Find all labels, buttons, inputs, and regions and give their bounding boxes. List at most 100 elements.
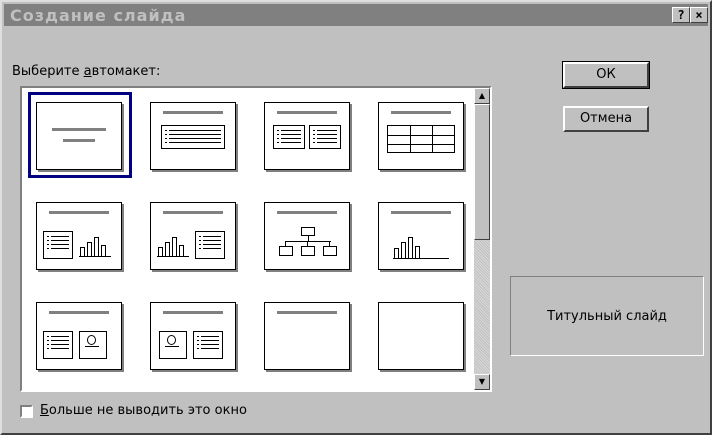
layout-thumbnail [150, 202, 236, 270]
clip-art-placeholder-icon [159, 331, 187, 359]
text-line [201, 336, 219, 337]
text-placeholder-icon [161, 125, 225, 149]
text-line [169, 138, 221, 139]
layout-title-only[interactable] [256, 292, 360, 378]
text-line [51, 344, 69, 345]
text-line [281, 138, 301, 139]
title-bar-placeholder [391, 211, 451, 214]
layout-table[interactable] [370, 92, 474, 178]
org-box [301, 227, 315, 236]
org-line [285, 241, 331, 242]
cancel-button[interactable]: Отмена [563, 106, 649, 132]
help-button[interactable]: ? [672, 7, 690, 23]
text-placeholder-icon [43, 231, 73, 259]
ok-button[interactable]: ОК [562, 61, 650, 89]
layout-blank[interactable] [370, 292, 474, 378]
label-rest: втомакет: [91, 64, 161, 79]
chart-placeholder-icon [155, 231, 191, 259]
title-bar-placeholder [277, 211, 337, 214]
bullet-dot [197, 348, 199, 349]
bullet-dot [199, 248, 201, 249]
clip-art-body [85, 346, 99, 355]
layout-thumbnail [36, 302, 122, 370]
layout-two-column-text[interactable] [256, 92, 360, 178]
bullet-dot [277, 142, 279, 143]
bullet-dot [277, 138, 279, 139]
scroll-down-arrow-icon[interactable]: ▼ [474, 374, 490, 390]
text-placeholder-icon [273, 125, 305, 149]
text-line [281, 130, 301, 131]
bullet-dot [165, 130, 167, 131]
chart-placeholder-icon [391, 231, 451, 261]
bullet-dot [199, 244, 201, 245]
table-line [410, 126, 411, 152]
layout-text-and-chart[interactable] [28, 192, 132, 278]
bullet-dot [197, 344, 199, 345]
layout-description: Титульный слайд [510, 276, 704, 356]
clip-art-body [165, 346, 179, 355]
label-accel: а [83, 64, 92, 79]
bullet-dot [47, 348, 49, 349]
layout-thumbnail [150, 302, 236, 370]
title-bar-placeholder [163, 111, 223, 114]
text-placeholder-icon [309, 125, 341, 149]
chart-axis [79, 256, 111, 257]
table-line [432, 126, 433, 152]
text-line [51, 248, 69, 249]
layout-chart[interactable] [370, 192, 474, 278]
layout-clip-art-and-text[interactable] [142, 292, 246, 378]
bullet-dot [47, 248, 49, 249]
text-line [51, 336, 69, 337]
bullet-dot [47, 336, 49, 337]
bullet-dot [199, 240, 201, 241]
window-title: Создание слайда [10, 5, 187, 25]
layout-thumbnail [264, 102, 350, 170]
scroll-thumb[interactable] [474, 104, 490, 240]
layout-listbox[interactable]: ▲ ▼ [20, 86, 492, 392]
chart-axis [393, 258, 449, 259]
layout-text-and-clip-art[interactable] [28, 292, 132, 378]
table-placeholder-icon [387, 125, 455, 153]
layout-thumbnail [36, 202, 122, 270]
text-line [317, 134, 337, 135]
layout-thumbnail [150, 102, 236, 170]
checkbox-accel: Б [40, 403, 49, 418]
chart-bar [401, 242, 406, 259]
label-prefix: Выберите [12, 64, 84, 79]
bullet-dot [165, 142, 167, 143]
dont-show-label[interactable]: Больше не выводить это окно [40, 403, 247, 418]
chart-placeholder-icon [77, 231, 113, 259]
layout-chart-and-text[interactable] [142, 192, 246, 278]
close-button[interactable]: × [690, 7, 708, 23]
clip-art-head [87, 335, 96, 345]
chart-bar [165, 242, 170, 257]
bullet-dot [47, 340, 49, 341]
text-line [203, 248, 221, 249]
text-line [203, 240, 221, 241]
org-box [301, 246, 315, 256]
title-bar: Создание слайда ? × [4, 4, 708, 26]
chart-bar [94, 237, 99, 257]
bullet-dot [47, 244, 49, 245]
text-placeholder-icon [195, 231, 225, 259]
table-line [388, 135, 454, 136]
text-line [169, 142, 221, 143]
layout-bulleted-list[interactable] [142, 92, 246, 178]
dont-show-checkbox[interactable] [20, 405, 33, 418]
layout-thumbnail [378, 202, 464, 270]
org-chart-placeholder-icon [279, 227, 337, 257]
layout-title-slide[interactable] [28, 92, 132, 178]
selection-frame [28, 92, 132, 178]
text-line [317, 130, 337, 131]
vertical-scrollbar[interactable]: ▲ ▼ [474, 88, 490, 390]
text-line [169, 134, 221, 135]
layout-organization-chart[interactable] [256, 192, 360, 278]
org-box [279, 246, 293, 256]
title-bar-placeholder [163, 311, 223, 314]
text-line [51, 244, 69, 245]
chart-axis [157, 256, 189, 257]
checkbox-label-rest: ольше не выводить это окно [48, 403, 247, 418]
text-line [201, 340, 219, 341]
scroll-up-arrow-icon[interactable]: ▲ [474, 88, 490, 104]
table-line [388, 144, 454, 145]
